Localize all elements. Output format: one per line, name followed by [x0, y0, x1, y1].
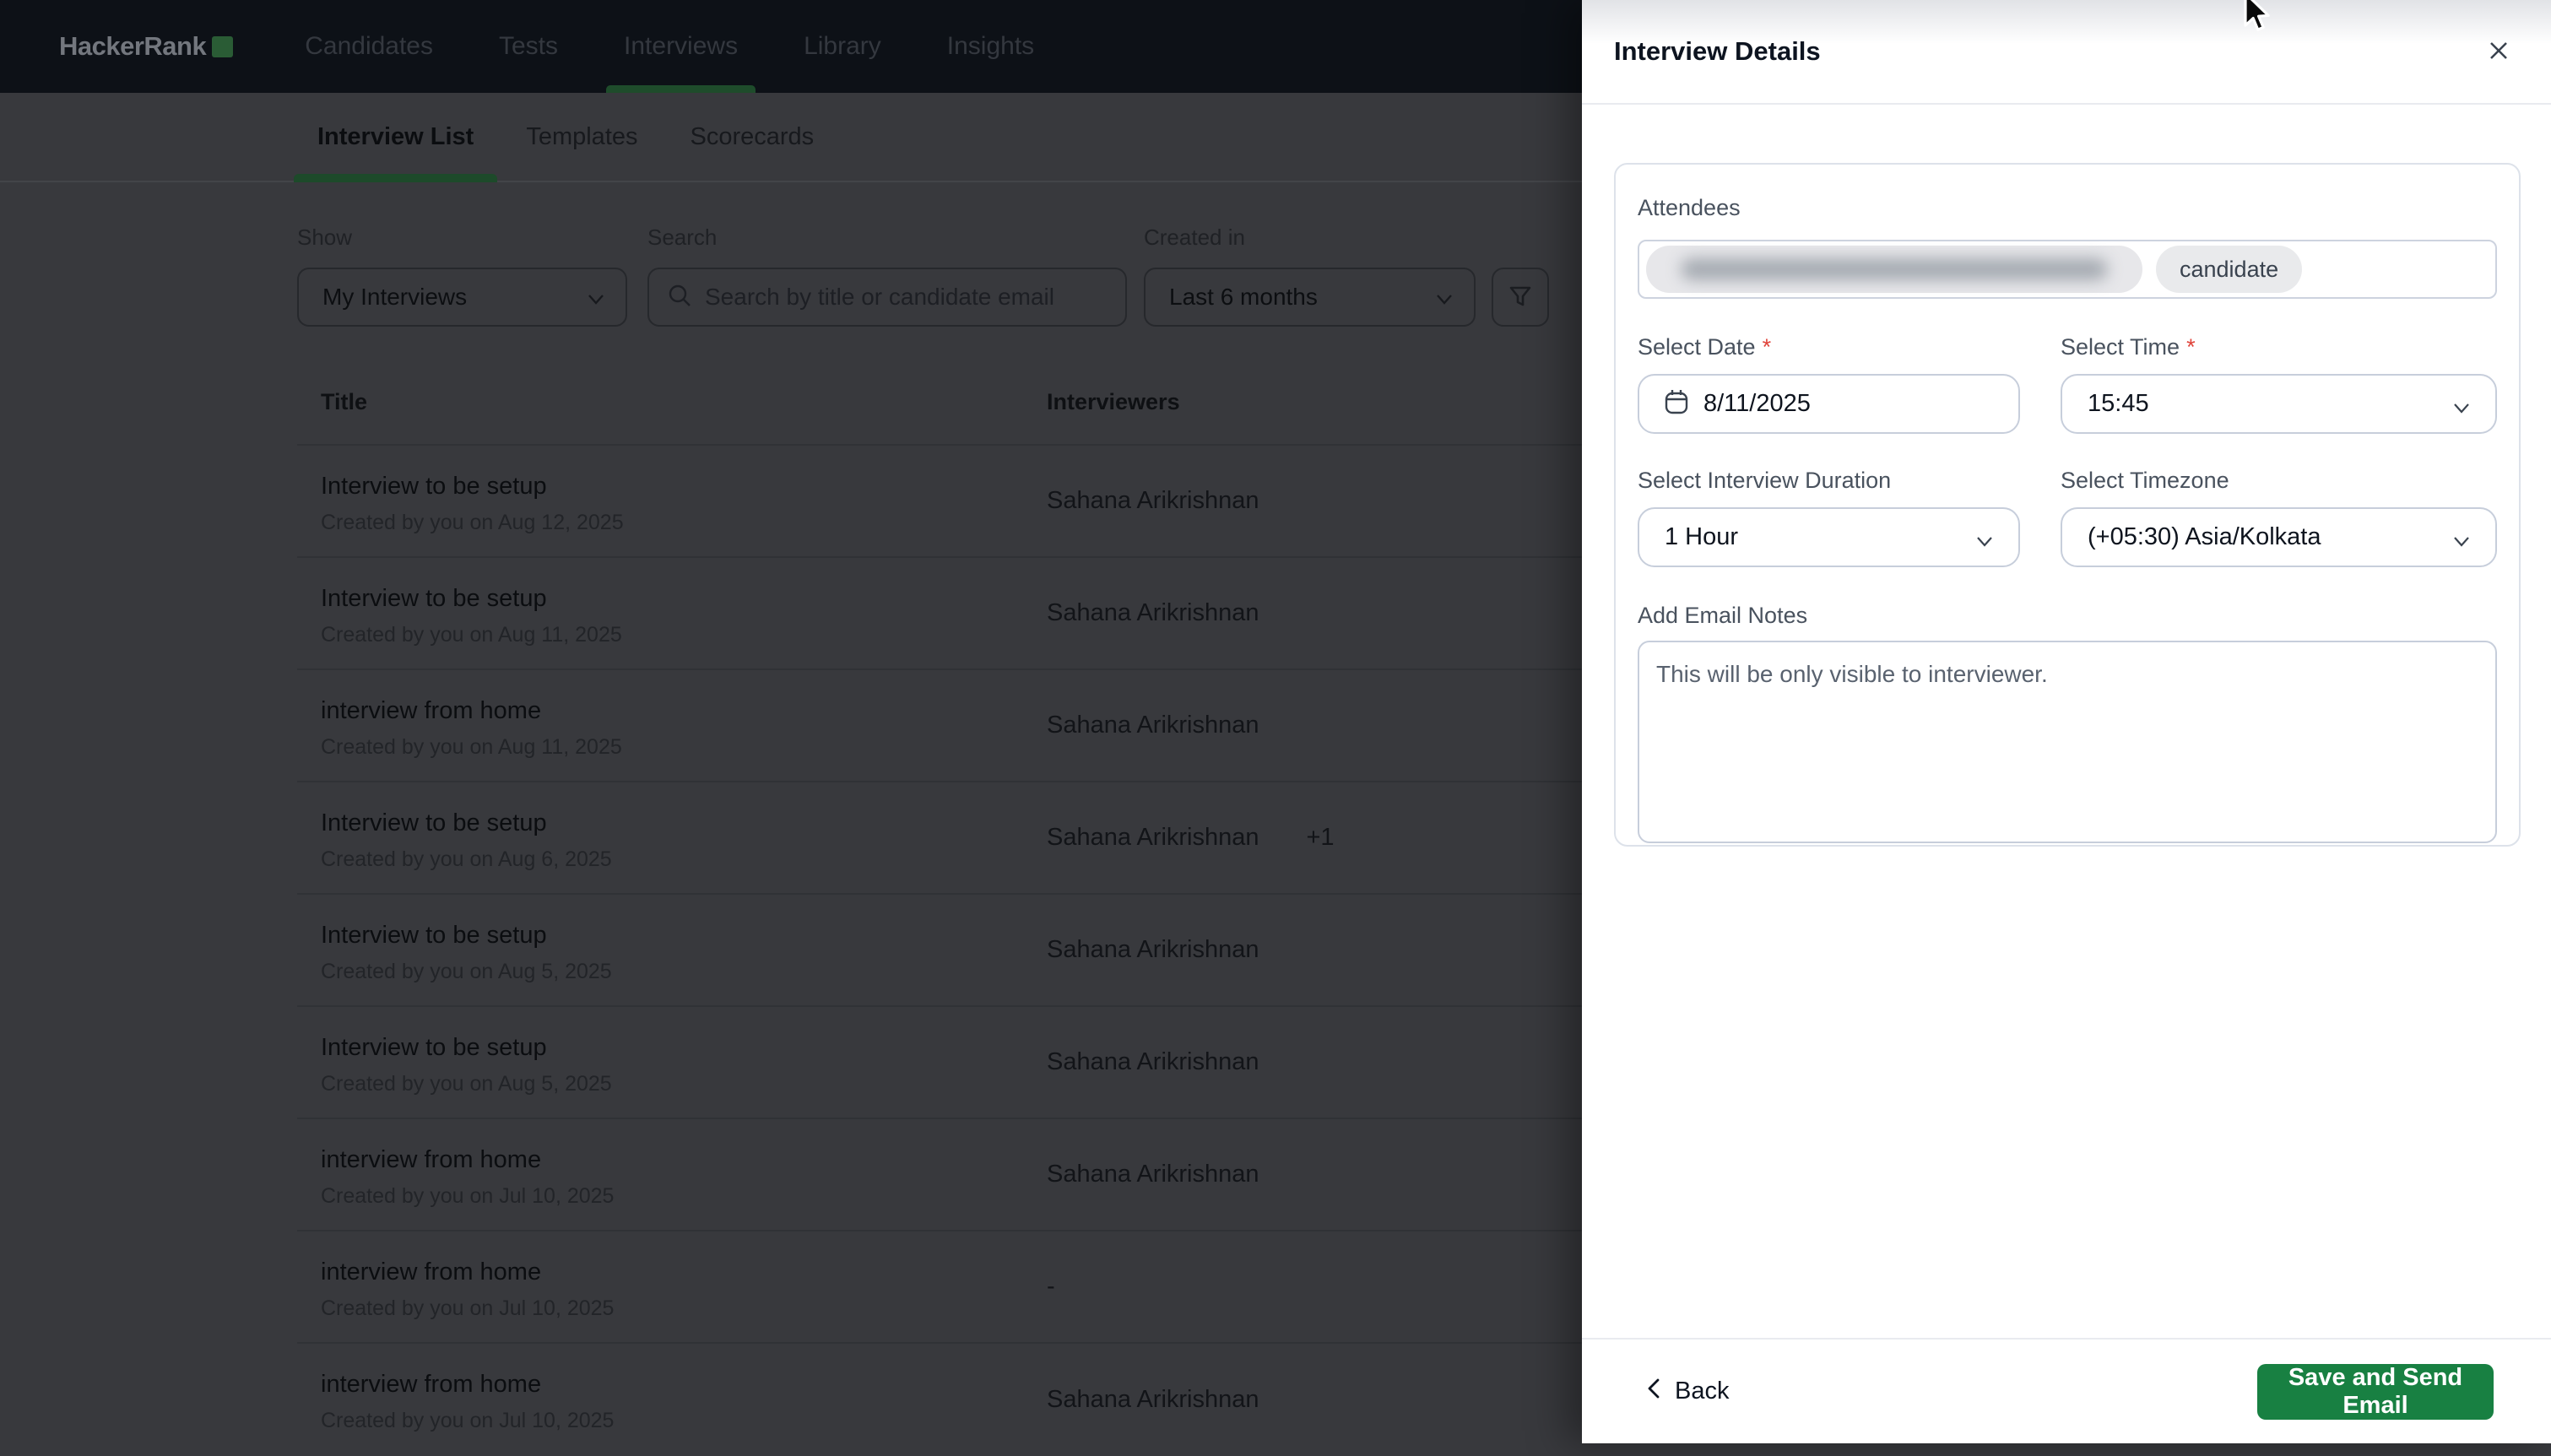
- back-button[interactable]: Back: [1644, 1376, 1729, 1408]
- interviewer-name: Sahana Arikrishnan: [1047, 824, 1259, 852]
- search-input[interactable]: [693, 269, 1125, 325]
- back-button-label: Back: [1675, 1378, 1729, 1405]
- select-time-label: Select Time: [2061, 334, 2180, 360]
- created-in-select[interactable]: Last 6 months: [1144, 268, 1476, 327]
- date-input[interactable]: 8/11/2025: [1638, 374, 2020, 434]
- email-notes-textarea[interactable]: [1638, 641, 2497, 843]
- select-date-field: Select Date * 8/11/2025: [1638, 334, 2020, 434]
- nav-item-library[interactable]: Library: [771, 0, 914, 93]
- select-date-label: Select Date: [1638, 334, 1756, 360]
- interviewer-name: Sahana Arikrishnan: [1047, 1161, 1259, 1188]
- created-in-value: Last 6 months: [1146, 284, 1318, 311]
- attendee-email-chip-blurred[interactable]: [1646, 246, 2142, 293]
- interview-created: Created by you on Aug 11, 2025: [321, 623, 1023, 647]
- nav-item-insights[interactable]: Insights: [914, 0, 1067, 93]
- show-filter-label: Show: [297, 225, 627, 251]
- interview-details-form-card: Attendees candidate Select Date * 8/11/20…: [1614, 163, 2521, 847]
- interview-details-drawer: Interview Details Attendees candidate Se…: [1582, 0, 2551, 1443]
- select-timezone-field: Select Timezone (+05:30) Asia/Kolkata: [2061, 468, 2497, 567]
- interviewer-name: Sahana Arikrishnan: [1047, 487, 1259, 515]
- created-in-filter-label: Created in: [1144, 225, 1476, 251]
- interview-created: Created by you on Jul 10, 2025: [321, 1184, 1023, 1209]
- interviewer-name: Sahana Arikrishnan: [1047, 1386, 1259, 1414]
- hackerrank-logo[interactable]: HackerRank: [59, 31, 233, 62]
- select-duration-label: Select Interview Duration: [1638, 468, 1891, 493]
- required-asterisk: *: [1763, 334, 1772, 360]
- drawer-header: Interview Details: [1582, 0, 2551, 105]
- show-filter-select[interactable]: My Interviews: [297, 268, 627, 327]
- chevron-down-icon: [1973, 529, 1996, 557]
- timezone-select[interactable]: (+05:30) Asia/Kolkata: [2061, 507, 2497, 567]
- interviewer-extra-count: +1: [1307, 824, 1335, 852]
- main-nav: Candidates Tests Interviews Library Insi…: [272, 0, 1067, 93]
- save-and-send-email-button[interactable]: Save and Send Email: [2257, 1364, 2494, 1420]
- time-select[interactable]: 15:45: [2061, 374, 2497, 434]
- calendar-icon: [1663, 387, 1690, 420]
- email-notes-label: Add Email Notes: [1638, 603, 2497, 629]
- tab-scorecards[interactable]: Scorecards: [667, 93, 838, 181]
- blurred-email-text: [1681, 258, 2108, 280]
- drawer-title: Interview Details: [1614, 36, 1821, 67]
- search-icon: [666, 282, 693, 313]
- interview-created: Created by you on Jul 10, 2025: [321, 1296, 1023, 1321]
- attendees-input[interactable]: candidate: [1638, 240, 2497, 299]
- interview-created: Created by you on Aug 12, 2025: [321, 511, 1023, 535]
- nav-item-candidates[interactable]: Candidates: [272, 0, 466, 93]
- chevron-left-icon: [1644, 1376, 1663, 1408]
- drawer-footer: Back Save and Send Email: [1582, 1338, 2551, 1443]
- required-asterisk: *: [2186, 334, 2196, 360]
- chevron-down-icon: [1433, 288, 1455, 314]
- show-filter-value: My Interviews: [299, 284, 467, 311]
- tab-templates[interactable]: Templates: [502, 93, 661, 181]
- time-value: 15:45: [2088, 390, 2149, 418]
- more-filters-button[interactable]: [1492, 268, 1549, 327]
- interview-title: Interview to be setup: [321, 1034, 1023, 1062]
- interview-created: Created by you on Jul 10, 2025: [321, 1409, 1023, 1433]
- search-filter-label: Search: [647, 225, 1127, 251]
- close-button[interactable]: [2478, 31, 2519, 72]
- email-notes-field: Add Email Notes: [1638, 603, 2497, 847]
- column-header-title: Title: [297, 389, 1023, 415]
- funnel-icon: [1506, 282, 1535, 313]
- date-value: 8/11/2025: [1703, 390, 1811, 418]
- close-icon: [2486, 38, 2511, 66]
- logo-text: HackerRank: [59, 31, 206, 62]
- show-filter-group: Show My Interviews: [297, 225, 627, 327]
- interview-title: Interview to be setup: [321, 473, 1023, 501]
- search-box: [647, 268, 1127, 327]
- interview-title: Interview to be setup: [321, 809, 1023, 837]
- select-duration-field: Select Interview Duration 1 Hour: [1638, 468, 2020, 567]
- duration-select[interactable]: 1 Hour: [1638, 507, 2020, 567]
- select-timezone-label: Select Timezone: [2061, 468, 2229, 493]
- interview-title: interview from home: [321, 697, 1023, 725]
- interview-title: interview from home: [321, 1371, 1023, 1399]
- select-time-field: Select Time* 15:45: [2061, 334, 2497, 434]
- tab-interview-list[interactable]: Interview List: [294, 93, 497, 181]
- nav-item-interviews[interactable]: Interviews: [591, 0, 771, 93]
- attendee-candidate-chip[interactable]: candidate: [2156, 246, 2302, 293]
- interview-title: interview from home: [321, 1146, 1023, 1174]
- timezone-value: (+05:30) Asia/Kolkata: [2088, 523, 2321, 551]
- created-in-filter-group: Created in Last 6 months: [1127, 225, 1476, 327]
- chevron-down-icon: [2450, 396, 2473, 424]
- interview-title: Interview to be setup: [321, 922, 1023, 950]
- duration-value: 1 Hour: [1665, 523, 1738, 551]
- interviewer-name: Sahana Arikrishnan: [1047, 599, 1259, 627]
- interviewer-name: Sahana Arikrishnan: [1047, 712, 1259, 739]
- interview-title: interview from home: [321, 1258, 1023, 1286]
- logo-green-square-icon: [212, 36, 233, 57]
- search-filter-group: Search: [627, 225, 1127, 327]
- chevron-down-icon: [585, 288, 607, 314]
- chevron-down-icon: [2450, 529, 2473, 557]
- interviewer-name: Sahana Arikrishnan: [1047, 1048, 1259, 1076]
- interviewer-name: -: [1047, 1273, 1055, 1301]
- interview-created: Created by you on Aug 11, 2025: [321, 735, 1023, 760]
- interview-created: Created by you on Aug 5, 2025: [321, 960, 1023, 984]
- nav-item-tests[interactable]: Tests: [466, 0, 591, 93]
- attendees-label: Attendees: [1638, 195, 2497, 221]
- interview-created: Created by you on Aug 6, 2025: [321, 847, 1023, 872]
- interview-created: Created by you on Aug 5, 2025: [321, 1072, 1023, 1096]
- interviewer-name: Sahana Arikrishnan: [1047, 936, 1259, 964]
- interview-title: Interview to be setup: [321, 585, 1023, 613]
